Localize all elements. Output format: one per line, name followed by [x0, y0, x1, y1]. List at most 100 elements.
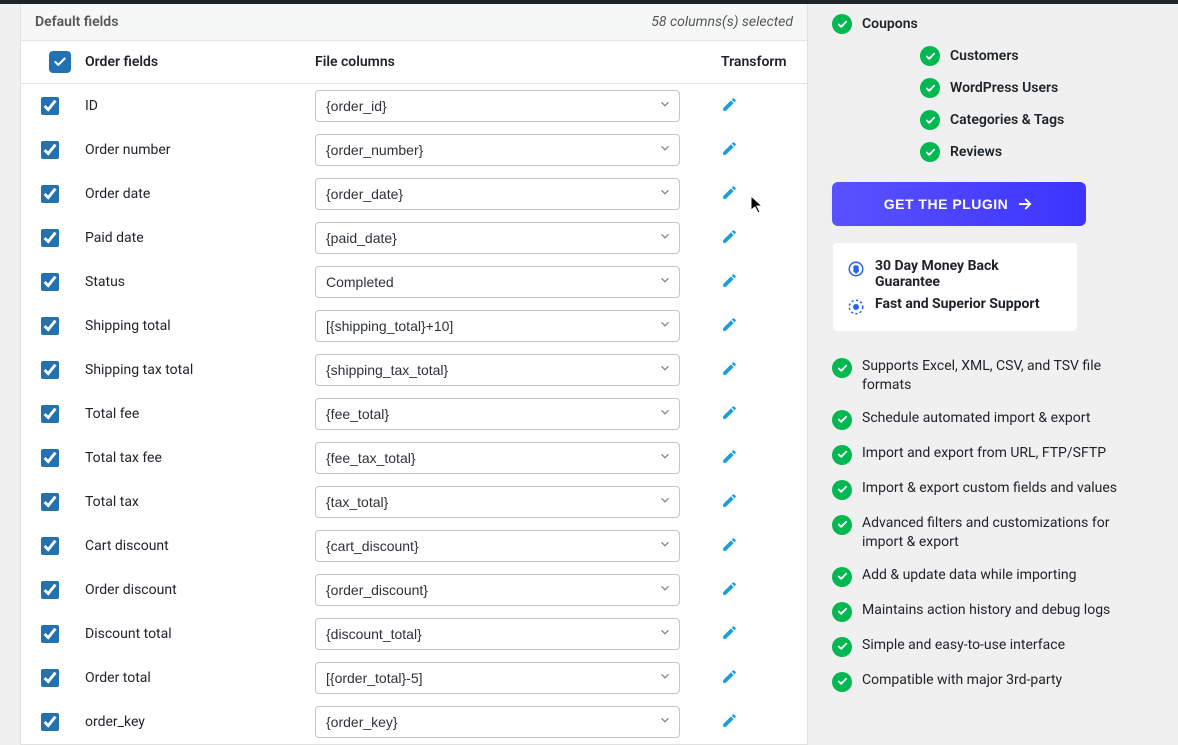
file-column-input-wrap — [315, 662, 680, 694]
table-row: Order discount — [21, 568, 807, 612]
get-plugin-label: GET THE PLUGIN — [884, 196, 1008, 212]
check-circle-icon — [832, 14, 852, 34]
file-column-cell — [315, 310, 695, 342]
file-column-cell — [315, 706, 695, 738]
row-checkbox[interactable] — [41, 141, 59, 159]
pencil-icon[interactable] — [721, 580, 738, 597]
row-checkbox-cell — [35, 581, 85, 599]
pencil-icon[interactable] — [721, 404, 738, 421]
row-checkbox[interactable] — [41, 493, 59, 511]
check-circle-icon — [832, 602, 852, 622]
pencil-icon[interactable] — [721, 316, 738, 333]
order-field-label: Order date — [85, 186, 315, 202]
file-column-input-wrap — [315, 486, 680, 518]
pencil-icon[interactable] — [721, 272, 738, 289]
table-row: Order total — [21, 656, 807, 700]
transform-cell — [695, 96, 793, 117]
import-types-list: CouponsCustomersWordPress UsersCategorie… — [832, 8, 1118, 168]
row-checkbox[interactable] — [41, 537, 59, 555]
pencil-icon[interactable] — [721, 140, 738, 157]
row-checkbox[interactable] — [41, 713, 59, 731]
pencil-icon[interactable] — [721, 536, 738, 553]
table-row: ID — [21, 84, 807, 128]
check-circle-icon — [832, 515, 852, 535]
row-checkbox[interactable] — [41, 97, 59, 115]
table-row: Paid date — [21, 216, 807, 260]
get-plugin-button[interactable]: GET THE PLUGIN — [832, 182, 1086, 226]
file-column-input[interactable] — [315, 310, 680, 342]
row-checkbox[interactable] — [41, 273, 59, 291]
file-column-input-wrap — [315, 178, 680, 210]
table-row: Shipping total — [21, 304, 807, 348]
transform-cell — [695, 712, 793, 733]
file-column-input[interactable] — [315, 662, 680, 694]
row-checkbox-cell — [35, 713, 85, 731]
transform-cell — [695, 448, 793, 469]
table-row: Total tax — [21, 480, 807, 524]
order-field-label: Total tax — [85, 494, 315, 510]
row-checkbox[interactable] — [41, 625, 59, 643]
file-column-input[interactable] — [315, 90, 680, 122]
row-checkbox[interactable] — [41, 229, 59, 247]
pencil-icon[interactable] — [721, 360, 738, 377]
feature-item: Add & update data while importing — [832, 559, 1118, 594]
pencil-icon[interactable] — [721, 228, 738, 245]
file-column-input-wrap — [315, 618, 680, 650]
columns-selected-count: 58 columns(s) selected — [651, 14, 793, 30]
pencil-icon[interactable] — [721, 624, 738, 641]
row-checkbox-cell — [35, 493, 85, 511]
file-column-cell — [315, 442, 695, 474]
file-column-input[interactable] — [315, 222, 680, 254]
file-column-input[interactable] — [315, 442, 680, 474]
pencil-icon[interactable] — [721, 668, 738, 685]
guarantee-support: Fast and Superior Support — [847, 293, 1063, 319]
select-all-checkbox[interactable] — [49, 51, 71, 73]
file-column-input[interactable] — [315, 574, 680, 606]
file-column-cell — [315, 398, 695, 430]
row-checkbox[interactable] — [41, 669, 59, 687]
column-header-transform: Transform — [695, 54, 793, 70]
pencil-icon[interactable] — [721, 492, 738, 509]
file-column-input-wrap — [315, 706, 680, 738]
file-column-input[interactable] — [315, 134, 680, 166]
panel-header: Default fields 58 columns(s) selected — [21, 4, 807, 41]
rows-container: IDOrder numberOrder datePaid dateStatusS… — [21, 84, 807, 744]
guarantee-box: $ 30 Day Money Back Guarantee Fast and S… — [832, 242, 1078, 332]
row-checkbox-cell — [35, 273, 85, 291]
file-column-input[interactable] — [315, 266, 680, 298]
file-column-input[interactable] — [315, 618, 680, 650]
table-row: Status — [21, 260, 807, 304]
table-row: Discount total — [21, 612, 807, 656]
import-type-label: WordPress Users — [950, 80, 1058, 96]
feature-text: Add & update data while importing — [862, 566, 1076, 585]
fields-panel: Default fields 58 columns(s) selected Or… — [20, 4, 808, 745]
row-checkbox[interactable] — [41, 449, 59, 467]
panel-title: Default fields — [35, 14, 118, 30]
row-checkbox[interactable] — [41, 405, 59, 423]
row-checkbox[interactable] — [41, 185, 59, 203]
check-circle-icon — [832, 445, 852, 465]
transform-cell — [695, 536, 793, 557]
column-header-row: Order fields File columns Transform — [21, 41, 807, 84]
file-column-input[interactable] — [315, 486, 680, 518]
money-back-icon: $ — [847, 260, 865, 278]
feature-item: Schedule automated import & export — [832, 402, 1118, 437]
file-column-input[interactable] — [315, 178, 680, 210]
row-checkbox-cell — [35, 669, 85, 687]
pencil-icon[interactable] — [721, 96, 738, 113]
file-column-cell — [315, 662, 695, 694]
file-column-input[interactable] — [315, 354, 680, 386]
file-column-input[interactable] — [315, 706, 680, 738]
pencil-icon[interactable] — [721, 184, 738, 201]
file-column-input[interactable] — [315, 398, 680, 430]
column-header-file: File columns — [315, 54, 695, 70]
feature-text: Import & export custom fields and values — [862, 479, 1117, 498]
file-column-input-wrap — [315, 574, 680, 606]
file-column-cell — [315, 222, 695, 254]
row-checkbox[interactable] — [41, 317, 59, 335]
row-checkbox[interactable] — [41, 581, 59, 599]
check-circle-icon — [920, 78, 940, 98]
row-checkbox[interactable] — [41, 361, 59, 379]
file-column-input[interactable] — [315, 530, 680, 562]
pencil-icon[interactable] — [721, 448, 738, 465]
